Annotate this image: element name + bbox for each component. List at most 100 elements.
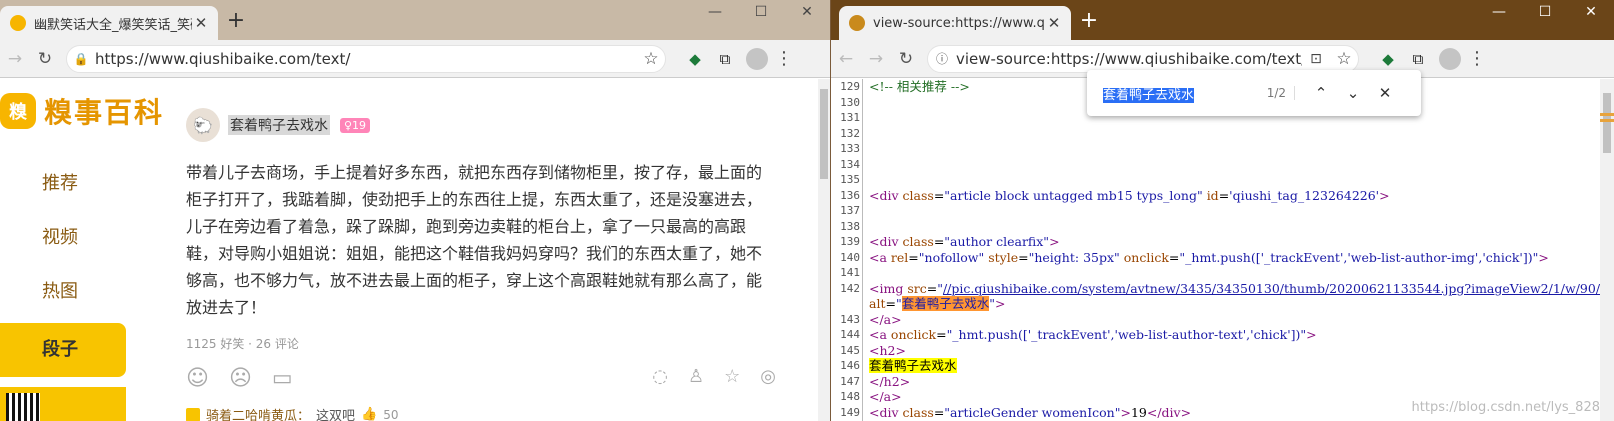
scrollbar-thumb[interactable]	[820, 89, 828, 179]
window-controls: — ☐ ✕	[692, 4, 830, 20]
tab-view-source[interactable]: view-source:https://www.qiush ✕	[839, 6, 1071, 40]
frown-vote-icon[interactable]: ☹	[229, 366, 252, 391]
line-code: 套着鸭子去戏水	[869, 358, 957, 373]
source-line: 142 <img src="//pic.qiushibaike.com/syste…	[831, 280, 1601, 296]
reload-icon[interactable]: ↻	[891, 49, 921, 69]
author-avatar[interactable]: 🐑	[186, 108, 220, 142]
forward-icon[interactable]: →	[0, 49, 30, 69]
url-text: https://www.qiushibaike.com/text/	[95, 49, 351, 68]
profile-avatar[interactable]	[1439, 47, 1461, 70]
line-number: 140	[831, 249, 863, 265]
wechat-share-icon[interactable]: ◌	[652, 366, 668, 391]
source-line: 133	[831, 141, 1601, 157]
reload-icon[interactable]: ↻	[30, 49, 60, 69]
extension-link-icon[interactable]: ⧉	[710, 50, 740, 68]
weibo-share-icon[interactable]: ◎	[760, 366, 776, 391]
line-number: 132	[831, 125, 863, 141]
lock-icon[interactable]: 🔒	[67, 52, 95, 66]
browser-toolbar: → ↻ 🔒 https://www.qiushibaike.com/text/ …	[0, 40, 830, 78]
line-number: 131	[831, 110, 863, 126]
source-line: 147 </h2>	[831, 373, 1601, 389]
line-number: 148	[831, 389, 863, 405]
menu-icon[interactable]: ⋮	[774, 48, 794, 69]
tab-close-icon[interactable]: ✕	[192, 14, 210, 32]
minimize-icon[interactable]: —	[692, 4, 738, 20]
god-comment: 骑着二哈啃黄瓜： 这双吧 👍 50	[186, 405, 776, 421]
back-icon[interactable]: ←	[831, 49, 861, 69]
find-input[interactable]: 套着鸭子去戏水	[1103, 84, 1257, 103]
line-code: <div class="article block untagged mb15 …	[869, 187, 1390, 203]
god-comment-tag-icon	[186, 407, 200, 421]
right-browser-window: view-source:https://www.qiush ✕ + — ☐ ✕ …	[830, 0, 1614, 421]
maximize-icon[interactable]: ☐	[738, 4, 784, 20]
right-scrollbar[interactable]	[1600, 79, 1614, 421]
find-match-marker	[1600, 113, 1614, 116]
nav-item-recommend[interactable]: 推荐	[0, 157, 126, 211]
profile-avatar[interactable]	[746, 47, 768, 70]
tab-title: view-source:https://www.qiush	[873, 15, 1045, 31]
line-code: <h2>	[869, 342, 906, 358]
qq-share-icon[interactable]: ♙	[688, 366, 704, 391]
line-number: 130	[831, 94, 863, 110]
article-stats: 1125 好笑 · 26 评论	[186, 337, 299, 351]
menu-icon[interactable]: ⋮	[1467, 48, 1487, 69]
line-code: <div class="articleGender womenIcon">19<…	[869, 404, 1192, 420]
scrollbar-thumb[interactable]	[1603, 93, 1611, 153]
line-code: </h2>	[869, 373, 911, 389]
source-line: 137	[831, 203, 1601, 219]
find-close-icon[interactable]: ✕	[1369, 84, 1401, 102]
find-query: 套着鸭子去戏水	[1103, 87, 1195, 103]
nav-item-pics[interactable]: 热图	[0, 265, 126, 319]
forward-icon[interactable]: →	[861, 49, 891, 69]
source-line: 143 </a>	[831, 311, 1601, 327]
minimize-icon[interactable]: —	[1476, 4, 1522, 20]
new-tab-button[interactable]: +	[224, 8, 248, 33]
extension-leaf-icon[interactable]: ◆	[680, 50, 710, 68]
source-code-view[interactable]: 129 <!-- 相关推荐 --> 130 131 132 133 134 135 136 <di…	[831, 79, 1601, 421]
bookmark-star-icon[interactable]: ☆	[1330, 49, 1358, 69]
find-next-icon[interactable]: ⌄	[1337, 84, 1369, 102]
line-number: 145	[831, 342, 863, 358]
article-content[interactable]: 带着儿子去商场，手上提着好多东西，就把东西存到储物柜里，按了存，最上面的柜子打开…	[186, 159, 776, 321]
line-number: 134	[831, 156, 863, 172]
extension-link-icon[interactable]: ⧉	[1403, 50, 1433, 68]
line-number: 136	[831, 187, 863, 203]
qzone-share-icon[interactable]: ☆	[724, 366, 740, 391]
thumb-up-icon[interactable]: 👍	[361, 407, 377, 421]
article-actions: ☺ ☹ ▭ ◌ ♙ ☆ ◎	[186, 366, 776, 391]
left-scrollbar[interactable]	[818, 79, 830, 421]
extension-leaf-icon[interactable]: ◆	[1373, 50, 1403, 68]
info-icon[interactable]: ⓘ	[928, 50, 956, 67]
god-comment-text: 这双吧	[316, 409, 356, 421]
author-name[interactable]: 套着鸭子去戏水	[228, 115, 330, 135]
side-nav: 推荐 视频 热图 段子	[0, 157, 126, 377]
maximize-icon[interactable]: ☐	[1522, 4, 1568, 20]
tab-qiushibaike[interactable]: 幽默笑话大全_爆笑笑话_笑破你的 ✕	[0, 6, 218, 40]
line-number: 137	[831, 203, 863, 219]
line-code: </a>	[869, 311, 902, 327]
line-code: <a rel="nofollow" style="height: 35px" o…	[869, 249, 1549, 265]
bookmark-star-icon[interactable]: ☆	[637, 49, 665, 69]
smile-vote-icon[interactable]: ☺	[186, 366, 209, 391]
close-window-icon[interactable]: ✕	[784, 4, 830, 20]
line-number: 135	[831, 172, 863, 188]
tab-close-icon[interactable]: ✕	[1045, 14, 1063, 32]
line-code: alt="套着鸭子去戏水">	[869, 296, 1006, 311]
address-bar[interactable]: ⓘ view-source:https://www.qiushibaike.co…	[927, 44, 1359, 73]
find-previous-icon[interactable]: ⌃	[1305, 84, 1337, 102]
address-bar[interactable]: 🔒 https://www.qiushibaike.com/text/ ☆	[66, 44, 666, 73]
nav-item-jokes[interactable]: 段子	[0, 323, 126, 377]
qr-code-image	[6, 393, 40, 421]
site-logo[interactable]: 糗 糗事百科	[0, 91, 164, 131]
new-tab-button[interactable]: +	[1077, 8, 1101, 33]
window-controls: — ☐ ✕	[1476, 4, 1614, 20]
watermark: https://blog.csdn.net/lys_828	[1411, 400, 1600, 415]
line-code: <a onclick="_hmt.push(['_trackEvent','we…	[869, 327, 1317, 342]
line-number: 129	[831, 79, 863, 95]
close-window-icon[interactable]: ✕	[1568, 4, 1614, 20]
god-comment-user[interactable]: 骑着二哈啃黄瓜：	[206, 405, 310, 421]
line-number: 144	[831, 327, 863, 343]
comment-icon[interactable]: ▭	[272, 366, 293, 391]
nav-item-video[interactable]: 视频	[0, 211, 126, 265]
find-in-page-icon[interactable]: ⊡	[1302, 51, 1330, 67]
